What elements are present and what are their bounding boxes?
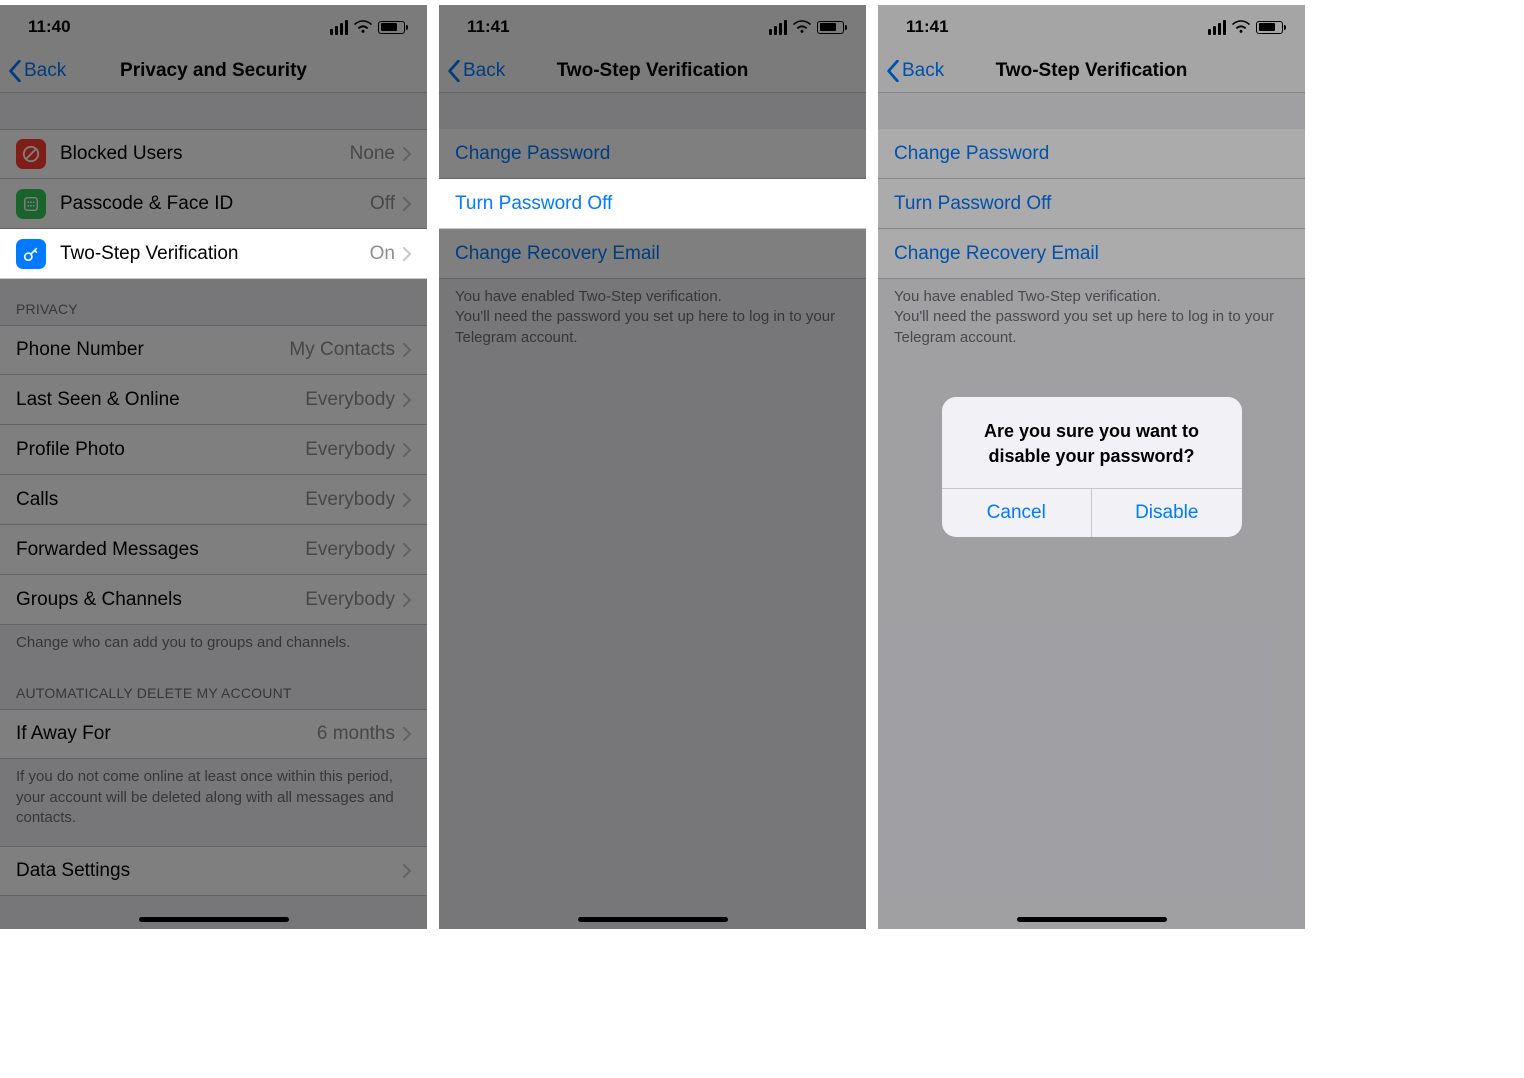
wifi-icon bbox=[354, 20, 372, 34]
row-label: Groups & Channels bbox=[16, 589, 305, 611]
blocked-icon bbox=[16, 139, 46, 169]
chevron-right-icon bbox=[403, 247, 411, 261]
row-value: My Contacts bbox=[289, 339, 395, 361]
row-value: On bbox=[370, 243, 395, 265]
row-label: Last Seen & Online bbox=[16, 389, 305, 411]
home-indicator[interactable] bbox=[578, 917, 728, 922]
status-indicators bbox=[330, 20, 405, 35]
row-label: Two-Step Verification bbox=[60, 243, 370, 265]
link-label: Turn Password Off bbox=[455, 193, 612, 215]
link-label: Change Password bbox=[455, 143, 610, 165]
row-label: Phone Number bbox=[16, 339, 289, 361]
row-change-password[interactable]: Change Password bbox=[439, 129, 866, 179]
row-label: Blocked Users bbox=[60, 143, 350, 165]
nav-bar: Back Privacy and Security bbox=[0, 49, 427, 93]
row-groups-channels[interactable]: Groups & Channels Everybody bbox=[0, 575, 427, 625]
row-phone-number[interactable]: Phone Number My Contacts bbox=[0, 325, 427, 375]
spacer bbox=[439, 93, 866, 129]
back-button[interactable]: Back bbox=[439, 60, 505, 82]
row-value: Everybody bbox=[305, 389, 395, 411]
section-footer-privacy: Change who can add you to groups and cha… bbox=[0, 625, 427, 663]
chevron-right-icon bbox=[403, 727, 411, 741]
row-data-settings[interactable]: Data Settings bbox=[0, 846, 427, 896]
battery-icon bbox=[378, 21, 405, 34]
home-indicator[interactable] bbox=[139, 917, 289, 922]
nav-bar: Back Two-Step Verification bbox=[439, 49, 866, 93]
confirm-disable-alert: Are you sure you want to disable your pa… bbox=[942, 397, 1242, 537]
cellular-icon bbox=[330, 20, 348, 35]
three-screenshot-row: 11:40 Back Privacy and Security Blocked … bbox=[0, 0, 1524, 1078]
back-button[interactable]: Back bbox=[0, 60, 66, 82]
row-calls[interactable]: Calls Everybody bbox=[0, 475, 427, 525]
row-profile-photo[interactable]: Profile Photo Everybody bbox=[0, 425, 427, 475]
row-label: Profile Photo bbox=[16, 439, 305, 461]
row-value: None bbox=[350, 143, 395, 165]
status-bar: 11:40 bbox=[0, 5, 427, 49]
row-last-seen[interactable]: Last Seen & Online Everybody bbox=[0, 375, 427, 425]
row-value: Off bbox=[370, 193, 395, 215]
battery-icon bbox=[817, 21, 844, 34]
row-if-away-for[interactable]: If Away For 6 months bbox=[0, 709, 427, 759]
screen-privacy-security: 11:40 Back Privacy and Security Blocked … bbox=[0, 5, 427, 929]
chevron-left-icon bbox=[8, 60, 22, 82]
chevron-right-icon bbox=[403, 393, 411, 407]
row-label: Forwarded Messages bbox=[16, 539, 305, 561]
spacer bbox=[0, 93, 427, 129]
alert-backdrop: Are you sure you want to disable your pa… bbox=[878, 5, 1305, 929]
row-value: Everybody bbox=[305, 589, 395, 611]
screen-disable-alert: 11:41 Back Two-Step Verification Change … bbox=[878, 5, 1305, 929]
status-time: 11:41 bbox=[467, 17, 510, 37]
alert-button-row: Cancel Disable bbox=[942, 488, 1242, 537]
row-two-step-verification[interactable]: Two-Step Verification On bbox=[0, 229, 427, 279]
section-footer-auto-delete: If you do not come online at least once … bbox=[0, 759, 427, 838]
wifi-icon bbox=[793, 20, 811, 34]
alert-disable-button[interactable]: Disable bbox=[1091, 489, 1242, 537]
chevron-right-icon bbox=[403, 343, 411, 357]
chevron-right-icon bbox=[403, 543, 411, 557]
row-forwarded[interactable]: Forwarded Messages Everybody bbox=[0, 525, 427, 575]
row-change-recovery-email[interactable]: Change Recovery Email bbox=[439, 229, 866, 279]
row-value: Everybody bbox=[305, 539, 395, 561]
row-turn-password-off[interactable]: Turn Password Off bbox=[439, 179, 866, 229]
chevron-right-icon bbox=[403, 864, 411, 878]
status-time: 11:40 bbox=[28, 17, 71, 37]
row-label: If Away For bbox=[16, 723, 317, 745]
cellular-icon bbox=[769, 20, 787, 35]
status-indicators bbox=[769, 20, 844, 35]
section-header-auto-delete: AUTOMATICALLY DELETE MY ACCOUNT bbox=[0, 663, 427, 709]
chevron-right-icon bbox=[403, 147, 411, 161]
status-bar: 11:41 bbox=[439, 5, 866, 49]
screen-two-step-list: 11:41 Back Two-Step Verification Change … bbox=[439, 5, 866, 929]
alert-cancel-button[interactable]: Cancel bbox=[942, 489, 1092, 537]
row-blocked-users[interactable]: Blocked Users None bbox=[0, 129, 427, 179]
chevron-right-icon bbox=[403, 197, 411, 211]
row-passcode[interactable]: Passcode & Face ID Off bbox=[0, 179, 427, 229]
back-label: Back bbox=[463, 60, 505, 82]
row-label: Passcode & Face ID bbox=[60, 193, 370, 215]
row-label: Data Settings bbox=[16, 860, 403, 882]
row-value: 6 months bbox=[317, 723, 395, 745]
chevron-right-icon bbox=[403, 593, 411, 607]
chevron-right-icon bbox=[403, 493, 411, 507]
row-value: Everybody bbox=[305, 439, 395, 461]
row-label: Calls bbox=[16, 489, 305, 511]
chevron-left-icon bbox=[447, 60, 461, 82]
back-label: Back bbox=[24, 60, 66, 82]
row-value: Everybody bbox=[305, 489, 395, 511]
chevron-right-icon bbox=[403, 443, 411, 457]
alert-message: Are you sure you want to disable your pa… bbox=[942, 397, 1242, 488]
passcode-icon bbox=[16, 189, 46, 219]
section-footer-2sv: You have enabled Two-Step verification. … bbox=[439, 279, 866, 358]
link-label: Change Recovery Email bbox=[455, 243, 660, 265]
section-header-privacy: PRIVACY bbox=[0, 279, 427, 325]
key-icon bbox=[16, 239, 46, 269]
